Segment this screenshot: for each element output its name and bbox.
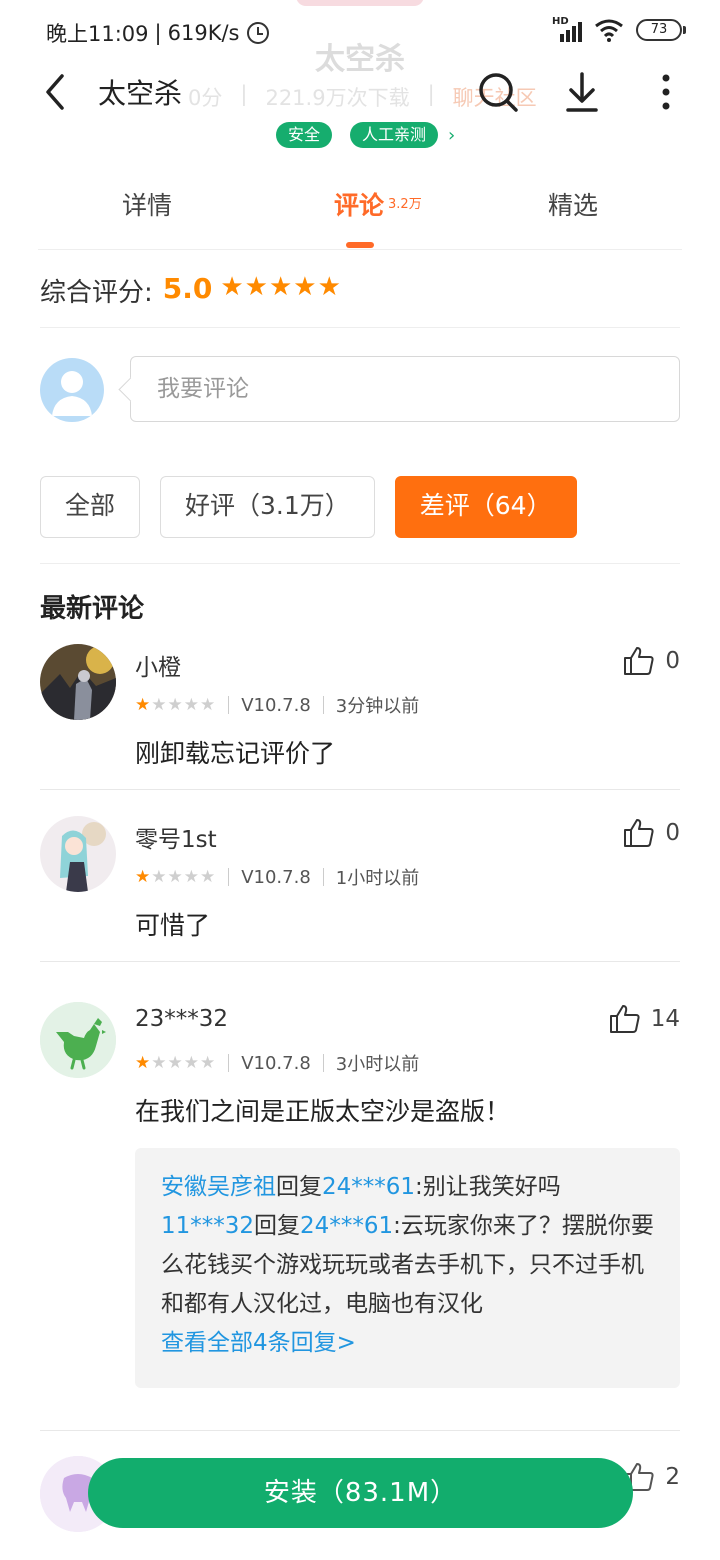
- install-button[interactable]: 安装（83.1M）: [88, 1458, 633, 1528]
- filter-negative[interactable]: 差评（64）: [394, 476, 577, 538]
- thumbs-up-icon: [624, 647, 654, 675]
- app-title: 太空杀: [98, 77, 183, 110]
- chevron-right-icon[interactable]: ›: [448, 125, 455, 146]
- overall-rating-score: 5.0: [162, 272, 213, 305]
- review-meta: ★★★★★ V10.7.8 3小时以前: [135, 1050, 419, 1076]
- comment-row: [40, 356, 680, 422]
- section-title: 最新评论: [40, 594, 145, 624]
- review-stars: ★★★★★: [135, 695, 217, 715]
- like-button[interactable]: 0: [623, 818, 680, 848]
- meta-separator: [322, 696, 324, 714]
- overall-rating: 综合评分: 5.0 ★★★★★: [40, 272, 680, 328]
- tag-safe: 安全: [276, 122, 333, 148]
- review-text[interactable]: 刚卸载忘记评价了: [135, 734, 335, 770]
- review-time: 3小时以前: [335, 1054, 420, 1075]
- reply-box[interactable]: 安徽吴彦祖回复24***61:别让我笑好吗 11***32回复24***61:云…: [135, 1148, 680, 1388]
- meta-separator: [322, 1054, 324, 1072]
- tab-bar: 详情 评论 3.2万 精选: [38, 186, 682, 250]
- review-text[interactable]: 在我们之间是正版太空沙是盗版！: [135, 1092, 510, 1128]
- review-time: 1小时以前: [335, 868, 420, 889]
- tag-tested[interactable]: 人工亲测: [350, 122, 439, 148]
- thumbs-up-icon: [609, 1005, 640, 1033]
- review-stars: ★★★★★: [135, 1053, 217, 1073]
- reply-verb: 回复: [254, 1213, 301, 1239]
- user-avatar-icon: [40, 358, 104, 422]
- review-time: 3分钟以前: [335, 696, 420, 717]
- review-username[interactable]: 23***32: [135, 1006, 228, 1032]
- meta-separator: [322, 868, 324, 886]
- more-vertical-icon[interactable]: [644, 68, 688, 116]
- overall-rating-stars: ★★★★★: [220, 272, 342, 302]
- reply-line: 11***32回复24***61:云玩家你来了？摆脱你要么花钱买个游戏玩玩或者去…: [161, 1207, 654, 1324]
- review-stars: ★★★★★: [135, 867, 217, 887]
- review-version: V10.7.8: [241, 694, 311, 716]
- like-count: 2: [665, 1464, 680, 1490]
- filter-all[interactable]: 全部: [40, 476, 141, 538]
- filter-positive[interactable]: 好评（3.1万）: [160, 476, 375, 538]
- like-button[interactable]: 14: [609, 1004, 680, 1034]
- review-version: V10.7.8: [241, 866, 311, 888]
- tab-details-label: 详情: [122, 191, 173, 220]
- reply-author[interactable]: 11***32: [161, 1213, 254, 1239]
- review-avatar[interactable]: [40, 644, 116, 720]
- tab-reviews-label: 评论: [334, 191, 385, 220]
- reply-author[interactable]: 安徽吴彦祖: [161, 1174, 276, 1200]
- tab-reviews-count: 3.2万: [388, 197, 422, 212]
- divider: [40, 1430, 680, 1431]
- review-text[interactable]: 可惜了: [135, 906, 210, 942]
- reply-line: 安徽吴彦祖回复24***61:别让我笑好吗: [161, 1168, 654, 1207]
- meta-separator: [228, 1054, 230, 1072]
- reply-verb: 回复: [276, 1174, 322, 1200]
- top-nav: 太空杀: [0, 64, 720, 120]
- review-username[interactable]: 零号1st: [135, 820, 217, 854]
- reply-target[interactable]: 24***61: [300, 1213, 393, 1239]
- comment-box[interactable]: [130, 356, 680, 422]
- tab-reviews[interactable]: 评论 3.2万: [334, 186, 422, 222]
- review-item: 23***32 14 ★★★★★ V10.7.8 3小时以前 在我们之间是正版太…: [40, 1002, 680, 1432]
- overall-rating-label: 综合评分:: [40, 278, 153, 308]
- comment-input[interactable]: [157, 357, 657, 421]
- review-item: 零号1st 0 ★★★★★ V10.7.8 1小时以前 可惜了: [40, 816, 680, 962]
- tab-details[interactable]: 详情: [122, 186, 172, 222]
- view-all-replies-link[interactable]: 查看全部4条回复>: [161, 1324, 654, 1363]
- thumbs-up-icon: [624, 819, 654, 847]
- review-filters: 全部 好评（3.1万） 差评（64）: [40, 476, 577, 538]
- review-avatar[interactable]: [40, 816, 116, 892]
- like-count: 0: [665, 648, 680, 674]
- app-tags: 安全 人工亲测 ›: [276, 122, 455, 148]
- review-item: 小橙 0 ★★★★★ V10.7.8 3分钟以前 刚卸载忘记评价了: [40, 644, 680, 790]
- download-icon[interactable]: [560, 68, 604, 116]
- divider: [40, 961, 680, 962]
- meta-separator: [228, 696, 230, 714]
- review-meta: ★★★★★ V10.7.8 3分钟以前: [135, 692, 419, 718]
- search-icon[interactable]: [476, 68, 520, 116]
- tab-featured-label: 精选: [548, 191, 599, 220]
- review-username[interactable]: 小橙: [135, 648, 181, 682]
- like-count: 14: [650, 1006, 680, 1032]
- back-arrow-icon[interactable]: [38, 70, 74, 114]
- reply-target[interactable]: 24***61: [322, 1174, 415, 1200]
- meta-separator: [228, 868, 230, 886]
- header-banner-edge: [296, 0, 424, 6]
- reply-text: :别让我笑好吗: [415, 1174, 561, 1200]
- divider: [40, 563, 680, 564]
- chicken-avatar-icon[interactable]: [40, 1002, 116, 1078]
- review-version: V10.7.8: [241, 1052, 311, 1074]
- review-meta: ★★★★★ V10.7.8 1小时以前: [135, 864, 419, 890]
- tab-indicator: [346, 242, 374, 248]
- like-button[interactable]: 0: [623, 646, 680, 676]
- like-count: 0: [665, 820, 680, 846]
- tab-featured[interactable]: 精选: [548, 186, 598, 222]
- divider: [40, 789, 680, 790]
